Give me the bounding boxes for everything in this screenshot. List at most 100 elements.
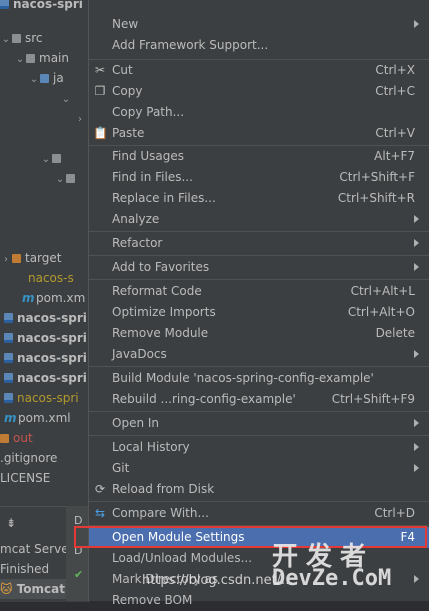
tree-row-java[interactable]: ⌄ ja (28, 68, 64, 88)
tree-row-pom[interactable]: mpom.xml (4, 408, 71, 428)
tree-row-module-4[interactable]: nacos-spri (4, 368, 87, 388)
submenu-arrow-icon (414, 20, 419, 28)
menu-item-add-framework-support[interactable]: Add Framework Support... (89, 35, 429, 56)
menu-separator (89, 501, 429, 502)
menu-item-copy[interactable]: ❐ Copy Ctrl+C (89, 81, 429, 102)
tree-row-module-3[interactable]: nacos-spri (4, 348, 87, 368)
chevron-down-icon: ⌄ (29, 74, 39, 85)
excluded-folder-icon (12, 254, 21, 263)
side-label-d2: D (74, 544, 83, 557)
menu-item-paste[interactable]: 📋 Paste Ctrl+V (89, 123, 429, 144)
tree-row-license[interactable]: LICENSE (0, 468, 50, 488)
menu-separator (89, 231, 429, 232)
menu-item-find-in-files[interactable]: Find in Files... Ctrl+Shift+F (89, 167, 429, 188)
menu-item-compare-with[interactable]: ⇆ Compare With... Ctrl+D (89, 503, 429, 524)
side-label-d1: D (74, 514, 83, 527)
menu-item-new[interactable]: New (89, 14, 429, 35)
menu-item-open-module-settings[interactable]: Open Module Settings F4 (89, 527, 429, 548)
menu-item-remove-module[interactable]: Remove Module Delete (89, 323, 429, 344)
tree-row-root[interactable]: nacos-spri (0, 0, 83, 14)
menu-item-local-history[interactable]: Local History (89, 437, 429, 458)
service-tomcat-server[interactable]: mcat Server (0, 539, 74, 559)
maven-icon: m (4, 411, 17, 425)
menu-item-rebuild-module[interactable]: Rebuild ...ring-config-example' Ctrl+Shif… (89, 389, 429, 410)
chevron-right-icon: › (78, 114, 82, 125)
submenu-arrow-icon (414, 239, 419, 247)
tree-row-gitignore[interactable]: .gitignore (0, 448, 57, 468)
tree-row-src[interactable]: ⌄ src (0, 28, 43, 48)
folder-icon (26, 54, 35, 63)
tree-row-out[interactable]: out (0, 428, 33, 448)
menu-item-optimize-imports[interactable]: Optimize Imports Ctrl+Alt+O (89, 302, 429, 323)
menu-item-analyze[interactable]: Analyze (89, 209, 429, 230)
module-folder-icon (4, 353, 13, 363)
compare-icon: ⇆ (94, 506, 106, 520)
folder-icon (12, 34, 21, 43)
chevron-down-icon: ⌄ (1, 34, 11, 45)
menu-item-find-usages[interactable]: Find Usages Alt+F7 (89, 146, 429, 167)
menu-item-build-module[interactable]: Build Module 'nacos-spring-config-exampl… (89, 368, 429, 389)
menu-item-cut[interactable]: ✂ Cut Ctrl+X (89, 60, 429, 81)
folder-icon (52, 154, 61, 163)
menu-item-refactor[interactable]: Refactor (89, 233, 429, 254)
copy-icon: ❐ (94, 84, 106, 98)
menu-item-javadocs[interactable]: JavaDocs (89, 344, 429, 365)
menu-item-git[interactable]: Git (89, 458, 429, 479)
tree-row-main[interactable]: ⌄ main (14, 48, 69, 68)
check-icon: ✔ (74, 568, 84, 581)
menu-separator (89, 366, 429, 367)
menu-item-open-in[interactable]: Open In (89, 413, 429, 434)
module-folder-icon (4, 333, 13, 343)
source-folder-icon (40, 74, 49, 83)
submenu-arrow-icon (414, 464, 419, 472)
chevron-down-icon: ⌄ (15, 54, 25, 65)
menu-item-add-to-favorites[interactable]: Add to Favorites (89, 257, 429, 278)
menu-item-reformat-code[interactable]: Reformat Code Ctrl+Alt+L (89, 281, 429, 302)
services-side-column: D D ✔ (66, 506, 90, 601)
tree-row-package[interactable]: ⌄ (60, 88, 72, 108)
submenu-arrow-icon (414, 215, 419, 223)
watermark-url: https://blog.csdn.net/... (142, 573, 294, 588)
menu-separator (89, 411, 429, 412)
module-folder-icon (4, 313, 13, 323)
menu-item-replace-in-files[interactable]: Replace in Files... Ctrl+Shift+R (89, 188, 429, 209)
folder-icon (66, 174, 75, 183)
menu-separator (89, 279, 429, 280)
tree-row-pom-sub[interactable]: mpom.xm (22, 288, 85, 308)
tree-row-webapp[interactable]: ⌄ (40, 148, 65, 168)
tomcat-tab[interactable]: 🐱 Tomcat (0, 579, 66, 599)
menu-item-reload-from-disk[interactable]: ⟳ Reload from Disk (89, 479, 429, 500)
module-folder-icon (0, 0, 9, 9)
clipboard-icon: 📋 (93, 126, 108, 140)
maven-icon: m (22, 291, 35, 305)
collapse-all-icon[interactable]: ⇟ (6, 513, 16, 533)
submenu-arrow-icon (414, 443, 419, 451)
module-folder-icon (4, 373, 13, 383)
tree-row-iml[interactable]: nacos-s (28, 268, 74, 288)
chevron-down-icon: ⌄ (61, 94, 71, 105)
chevron-down-icon: ⌄ (41, 154, 51, 165)
scissors-icon: ✂ (94, 63, 106, 77)
chevron-down-icon: ⌄ (55, 174, 65, 185)
watermark-logo-en: DevZe.CoM (272, 566, 392, 591)
submenu-arrow-icon (414, 350, 419, 358)
reload-icon: ⟳ (94, 482, 106, 496)
tomcat-icon: 🐱 (0, 582, 13, 596)
tree-row-target[interactable]: › target (0, 248, 62, 268)
tree-row-module-2[interactable]: nacos-spri (4, 328, 87, 348)
submenu-arrow-icon (414, 419, 419, 427)
tree-row-subpackage[interactable]: › (74, 108, 86, 128)
menu-separator (89, 255, 429, 256)
module-folder-icon (4, 393, 13, 403)
menu-separator (89, 435, 429, 436)
menu-item-copy-path[interactable]: Copy Path... (89, 102, 429, 123)
chevron-right-icon: › (4, 254, 8, 265)
submenu-arrow-icon (414, 263, 419, 271)
service-finished: Finished (0, 562, 50, 576)
tree-row-webinf[interactable]: ⌄ (54, 168, 79, 188)
tree-row-module-5[interactable]: nacos-spri (4, 388, 79, 408)
context-menu: New Add Framework Support... ✂ Cut Ctrl+X … (88, 0, 429, 607)
menu-separator (89, 525, 429, 526)
submenu-arrow-icon (414, 575, 419, 583)
tree-row-module-1[interactable]: nacos-spri (4, 308, 87, 328)
